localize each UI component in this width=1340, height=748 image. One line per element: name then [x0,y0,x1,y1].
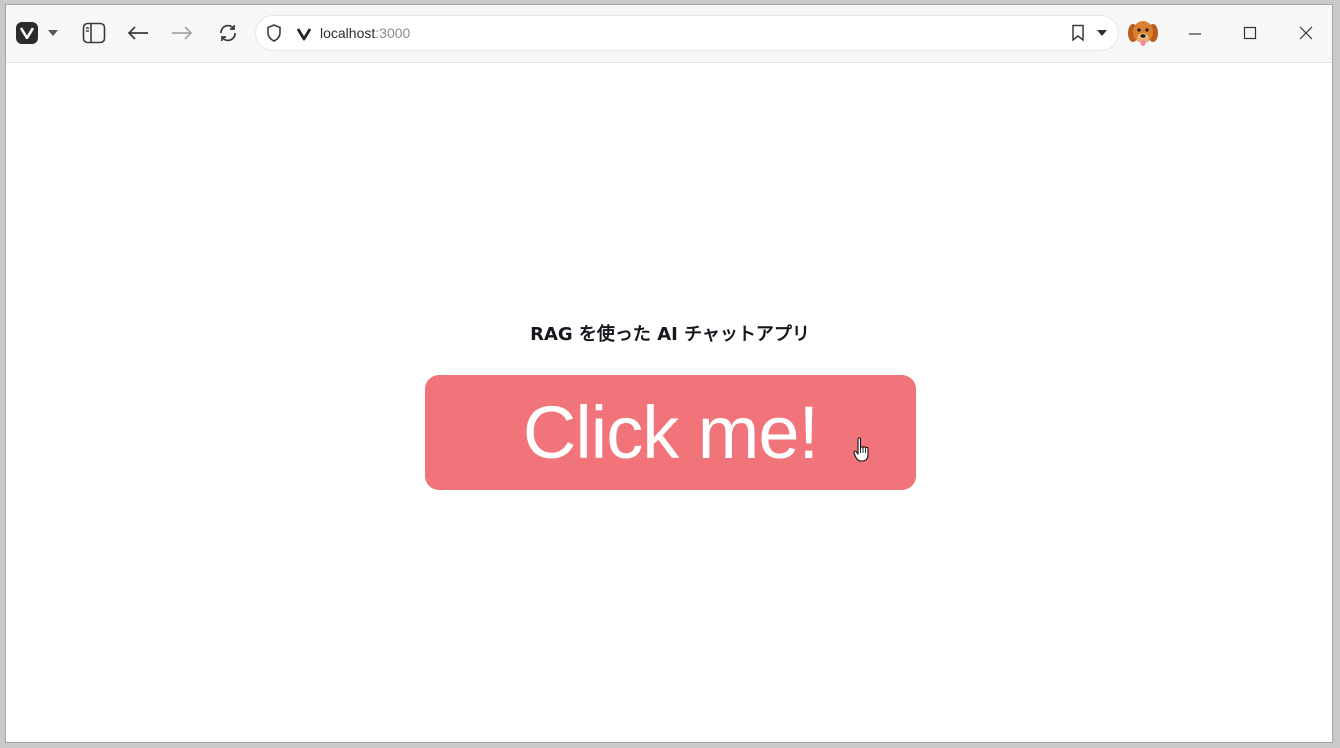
click-me-button[interactable]: Click me! [425,375,916,490]
minimize-icon[interactable] [1181,19,1209,47]
arrow-left-icon[interactable] [124,19,152,47]
sidebar-panel-icon[interactable] [80,19,108,47]
bookmark-icon[interactable] [1071,24,1085,46]
dog-avatar[interactable] [1126,17,1160,51]
arrow-right-icon[interactable] [168,19,196,47]
browser-window: localhost:3000 RAG を使った AI チャットアプリ Click… [5,4,1333,743]
hand-cursor-icon [853,436,871,462]
shield-icon[interactable] [266,24,282,46]
maximize-icon[interactable] [1236,19,1264,47]
caret-down-icon[interactable] [1097,30,1107,36]
address-bar[interactable]: localhost:3000 [255,15,1119,51]
close-icon[interactable] [1292,19,1320,47]
browser-toolbar: localhost:3000 [6,5,1332,63]
url-port: :3000 [375,25,411,41]
vivaldi-v-icon [296,26,312,45]
url-text[interactable]: localhost:3000 [320,25,410,41]
url-host: localhost [320,25,376,41]
chevron-down-icon[interactable] [48,30,58,36]
reload-icon[interactable] [214,19,242,47]
vivaldi-logo-icon[interactable] [16,22,38,44]
page-title: RAG を使った AI チャットアプリ [530,324,810,345]
